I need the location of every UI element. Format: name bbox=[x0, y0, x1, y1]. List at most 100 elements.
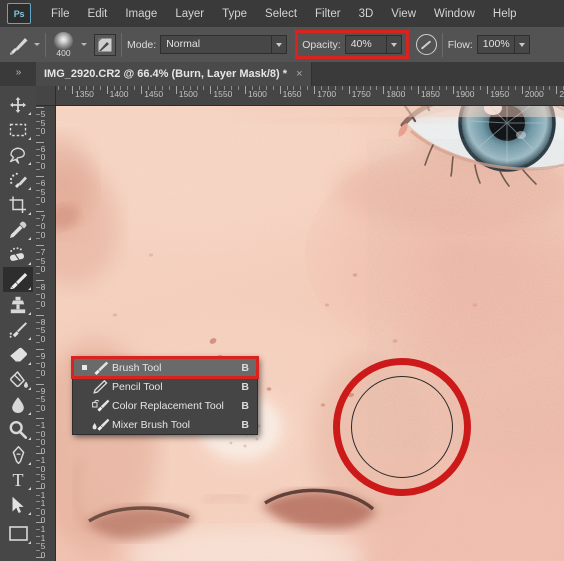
sidebar-item-gradient-tool[interactable] bbox=[3, 367, 33, 392]
clone-stamp-tool-icon bbox=[10, 296, 26, 313]
ruler-tick bbox=[36, 522, 44, 524]
sidebar-item-rectangle-tool[interactable] bbox=[3, 521, 33, 546]
divider bbox=[45, 32, 46, 57]
ruler-tick bbox=[36, 245, 44, 247]
close-icon[interactable]: × bbox=[296, 68, 302, 80]
tool-preset-picker[interactable] bbox=[8, 35, 40, 55]
sidebar-item-eraser-tool[interactable] bbox=[3, 342, 33, 367]
sidebar-item-history-brush-tool[interactable] bbox=[3, 317, 33, 342]
opacity-label: Opacity: bbox=[302, 38, 341, 51]
flyout-item-pencil-tool[interactable]: Pencil Tool B bbox=[73, 377, 257, 396]
menu-item-window[interactable]: Window bbox=[425, 4, 484, 24]
ruler-label: 1550 bbox=[213, 89, 233, 99]
menu-item-help[interactable]: Help bbox=[484, 4, 526, 24]
chevron-down-icon[interactable] bbox=[514, 35, 530, 54]
flyout-item-shortcut: B bbox=[241, 418, 249, 431]
ruler-tick-minor bbox=[203, 86, 205, 90]
ruler-tick bbox=[418, 86, 419, 94]
sidebar-item-blur-tool[interactable] bbox=[3, 392, 33, 417]
ruler-label: 1050 bbox=[40, 455, 46, 491]
sidebar-item-type-tool[interactable]: T bbox=[3, 467, 33, 492]
ruler-corner bbox=[36, 86, 56, 106]
blend-mode-dropdown[interactable]: Normal bbox=[160, 35, 288, 54]
flyout-item-label: Brush Tool bbox=[112, 361, 162, 374]
flyout-item-color-replacement-tool[interactable]: Color Replacement Tool B bbox=[73, 396, 257, 415]
chevron-down-icon bbox=[81, 43, 87, 46]
spot-healing-brush-tool-icon bbox=[10, 246, 24, 261]
ruler-tick-minor bbox=[480, 86, 482, 90]
eyedropper-tool-icon bbox=[10, 221, 27, 238]
photoshop-logo[interactable]: Ps bbox=[7, 3, 31, 24]
flyout-item-shortcut: B bbox=[241, 399, 249, 412]
document-image[interactable] bbox=[55, 105, 564, 561]
sidebar-item-lasso-tool[interactable] bbox=[3, 142, 33, 167]
ruler-tick bbox=[210, 86, 212, 94]
sidebar-item-crop-tool[interactable] bbox=[3, 192, 33, 217]
brush-panel-toggle[interactable] bbox=[94, 33, 116, 56]
ruler-label: 550 bbox=[40, 109, 46, 136]
opacity-control-highlight: Opacity: 40% bbox=[295, 30, 409, 59]
ruler-label: 1000 bbox=[40, 420, 46, 456]
brush-tool-flyout-menu[interactable]: Brush Tool B Pencil Tool B Color Replace… bbox=[71, 356, 259, 435]
ruler-tick-minor bbox=[341, 86, 343, 90]
vertical-ruler[interactable]: 550 600 650 700 750 800 850 900 950 1000 1050 1100 1… bbox=[36, 105, 56, 561]
flyout-item-brush-tool[interactable]: Brush Tool B bbox=[71, 356, 259, 379]
menu-item-edit[interactable]: Edit bbox=[79, 4, 117, 24]
document-tab[interactable]: IMG_2920.CR2 @ 66.4% (Burn, Layer Mask/8… bbox=[36, 62, 312, 86]
horizontal-ruler[interactable]: 1350 1400 1450 1500 1550 1600 1650 1700 1750 1800… bbox=[36, 86, 564, 106]
sidebar-item-clone-stamp-tool[interactable] bbox=[3, 292, 33, 317]
sidebar-item-brush-tool[interactable] bbox=[3, 267, 33, 292]
ruler-tick-minor bbox=[272, 86, 274, 90]
blend-mode-value: Normal bbox=[160, 35, 273, 54]
canvas-area[interactable]: 1350 1400 1450 1500 1550 1600 1650 1700 1750 1800… bbox=[36, 86, 564, 561]
ruler-tick-minor bbox=[445, 86, 447, 90]
opacity-dropdown[interactable]: 40% bbox=[344, 35, 402, 54]
flyout-item-mixer-brush-tool[interactable]: Mixer Brush Tool B bbox=[73, 415, 257, 434]
move-tool-icon bbox=[10, 96, 26, 113]
menu-item-select[interactable]: Select bbox=[256, 4, 306, 24]
sidebar-item-dodge-tool[interactable] bbox=[3, 417, 33, 442]
sidebar-item-quick-selection-tool[interactable] bbox=[3, 167, 33, 192]
menu-item-view[interactable]: View bbox=[382, 4, 425, 24]
ruler-label: 900 bbox=[40, 351, 46, 379]
sidebar-item-spot-healing-brush-tool[interactable] bbox=[3, 242, 33, 267]
ruler-label: 700 bbox=[40, 212, 46, 240]
ruler-label: 850 bbox=[40, 316, 46, 344]
ruler-label: 1850 bbox=[421, 89, 440, 99]
sidebar-item-path-selection-tool[interactable] bbox=[3, 492, 33, 517]
ruler-tick bbox=[383, 86, 385, 94]
sidebar-item-pen-tool[interactable] bbox=[3, 442, 33, 467]
history-brush-tool-icon bbox=[9, 321, 27, 338]
menu-item-layer[interactable]: Layer bbox=[166, 4, 213, 24]
chevron-down-icon[interactable] bbox=[272, 35, 288, 54]
ruler-tick bbox=[36, 176, 44, 178]
ruler-tick bbox=[36, 314, 44, 316]
airbrush-toggle-icon[interactable] bbox=[415, 34, 437, 55]
menu-item-image[interactable]: Image bbox=[116, 4, 166, 24]
brush-preset-picker[interactable]: 400 bbox=[51, 32, 76, 57]
ruler-label: 750 bbox=[40, 247, 46, 275]
menu-item-3d[interactable]: 3D bbox=[350, 4, 383, 24]
ruler-label: 1450 bbox=[144, 89, 164, 99]
chevron-down-icon[interactable] bbox=[386, 35, 402, 54]
ruler-tick bbox=[36, 487, 44, 489]
flyout-item-label: Mixer Brush Tool bbox=[112, 418, 191, 431]
menu-item-filter[interactable]: Filter bbox=[306, 4, 350, 24]
menu-item-type[interactable]: Type bbox=[213, 4, 256, 24]
ruler-tick bbox=[556, 86, 558, 94]
menu-item-file[interactable]: File bbox=[42, 4, 79, 24]
flow-dropdown[interactable]: 100% bbox=[476, 35, 530, 54]
ruler-label: 2000 bbox=[524, 89, 544, 99]
sidebar-item-rectangular-marquee-tool[interactable] bbox=[3, 117, 33, 142]
panel-collapse-icon[interactable]: » bbox=[4, 64, 32, 80]
ruler-tick bbox=[36, 349, 44, 351]
opacity-value[interactable]: 40% bbox=[344, 35, 387, 54]
flow-value[interactable]: 100% bbox=[476, 35, 515, 54]
sidebar-item-eyedropper-tool[interactable] bbox=[3, 217, 33, 242]
sidebar-item-move-tool[interactable] bbox=[3, 92, 33, 117]
brush-tool-icon bbox=[90, 361, 112, 375]
flow-label: Flow: bbox=[447, 38, 473, 51]
ruler-label: 1600 bbox=[248, 89, 267, 99]
eraser-tool-icon bbox=[8, 347, 27, 362]
ruler-tick-minor bbox=[134, 86, 136, 90]
